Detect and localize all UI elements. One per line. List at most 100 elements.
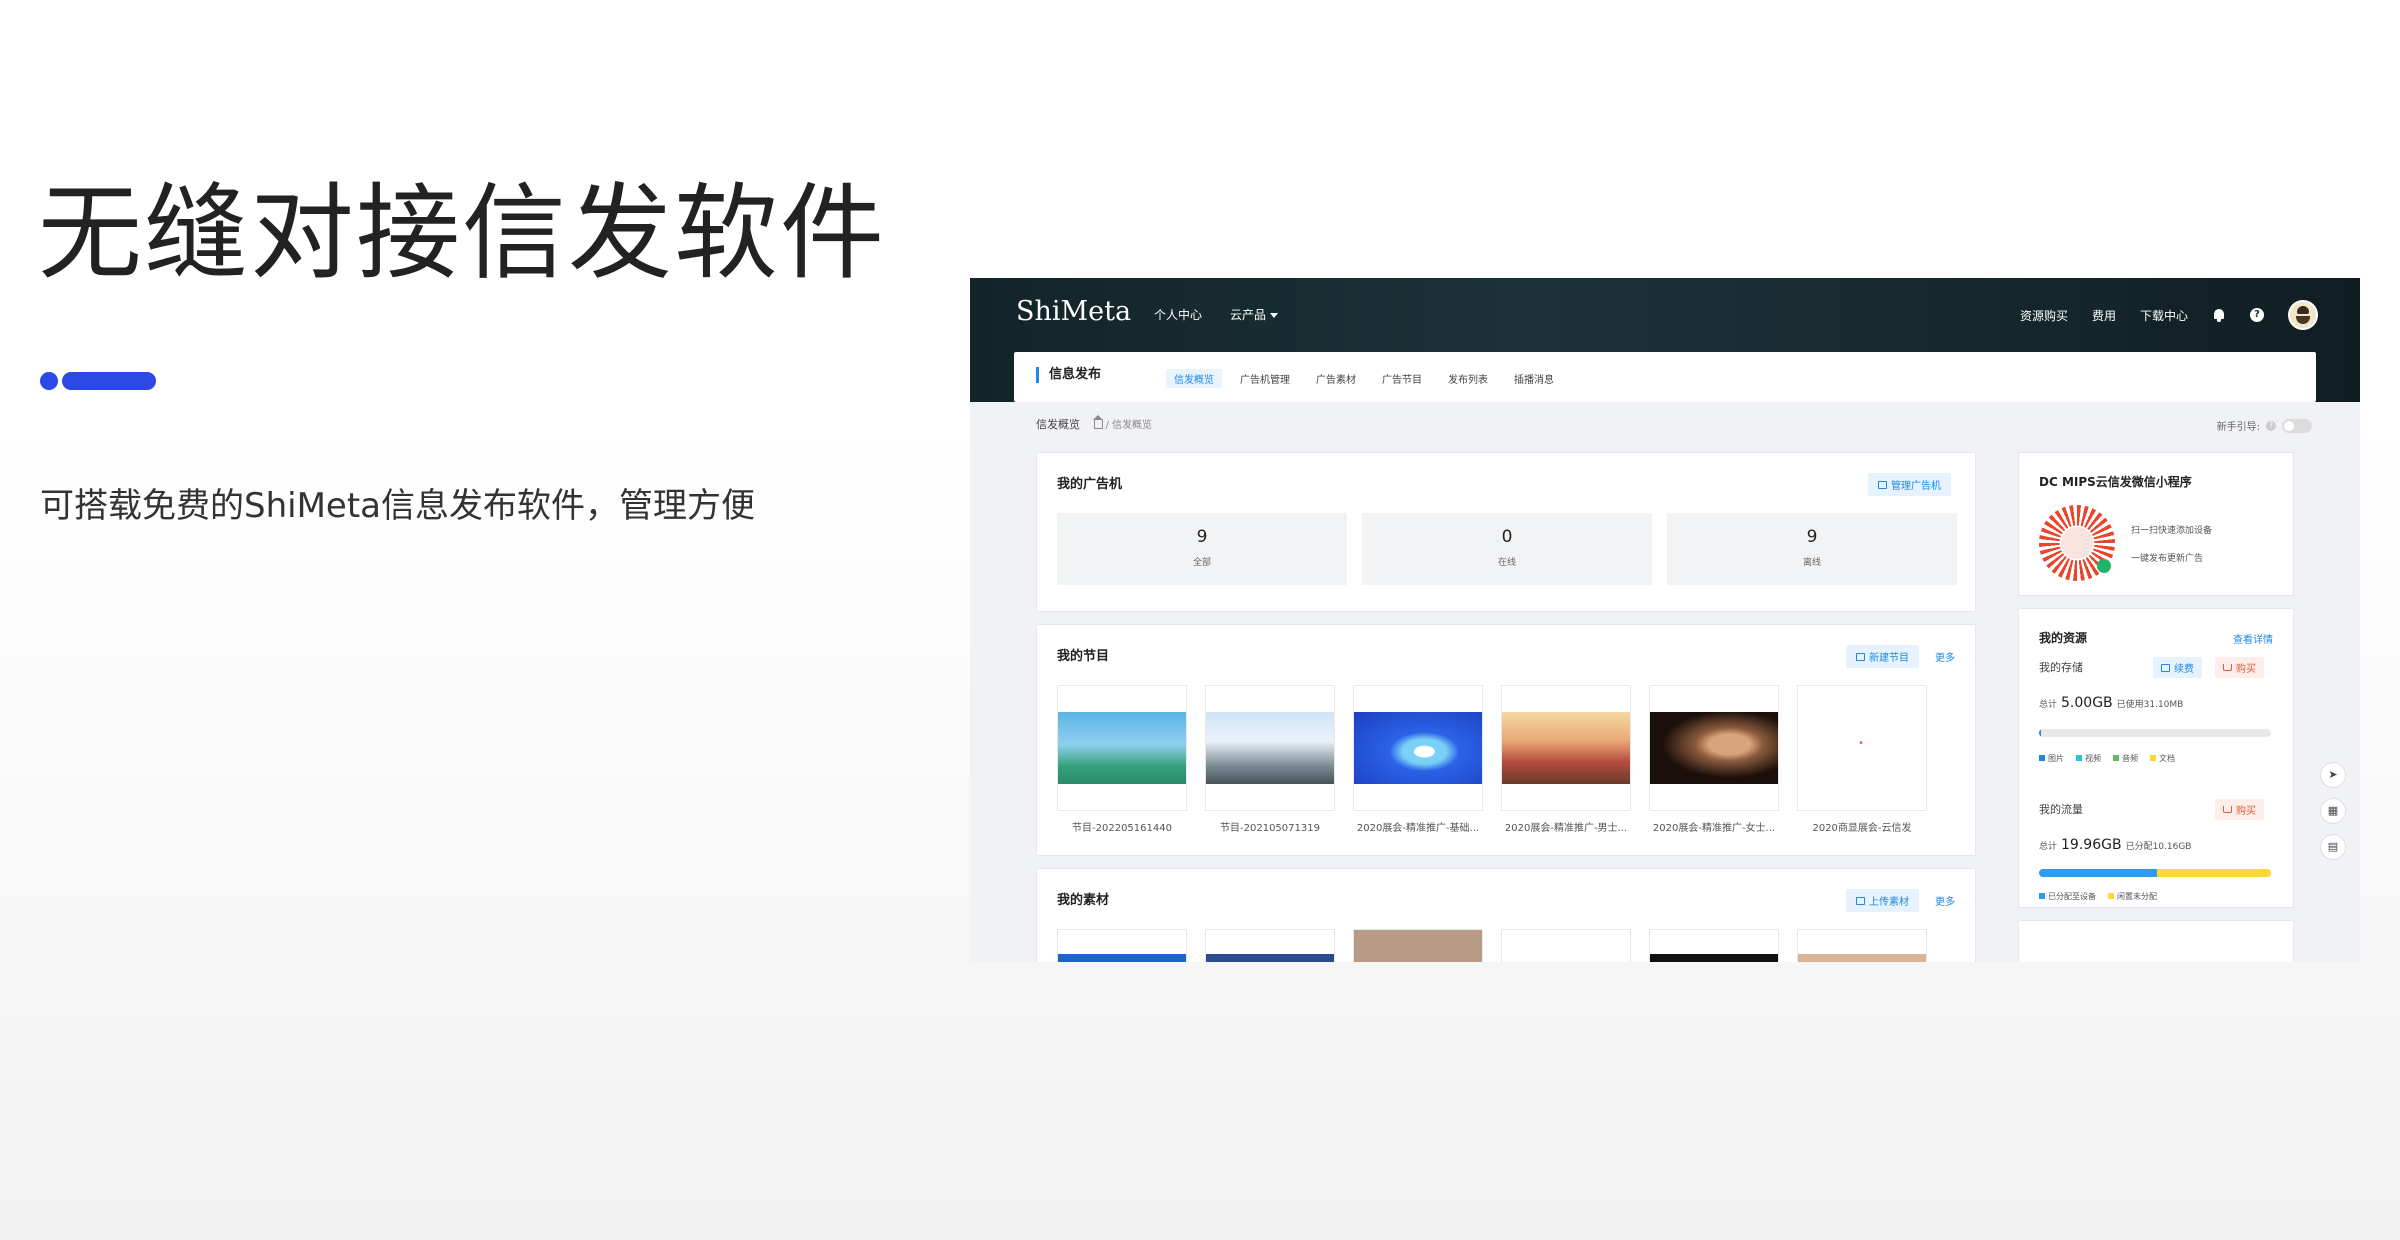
tab-ad-materials[interactable]: 广告素材 [1308,369,1364,388]
traffic-label: 我的流量 [2039,803,2083,816]
stat-all[interactable]: 9 全部 [1057,513,1347,585]
storage-label: 我的存储 [2039,661,2083,674]
nav-cloud-products[interactable]: 云产品 [1230,306,1279,323]
traffic-idle-fill [2157,869,2271,877]
cloud-logo-icon [2061,527,2093,559]
material-item[interactable] [1057,929,1187,962]
storage-buy-button[interactable]: 购买 [2215,657,2264,678]
send-icon[interactable]: ➤ [2320,762,2346,788]
resources-detail-link[interactable]: 查看详情 [2233,631,2273,646]
manage-ad-machines-button[interactable]: 管理广告机 [1868,473,1951,496]
avatar[interactable] [2288,300,2318,330]
miniapp-title: DC MIPS云信发微信小程序 [2039,475,2192,489]
material-item[interactable] [1797,929,1927,962]
storage-total-value: 5.00GB [2061,695,2113,711]
program-item[interactable]: 2020商显展会-云信发 [1797,685,1927,834]
material-item[interactable] [1501,929,1631,962]
tab-insert-messages[interactable]: 插播消息 [1506,369,1562,388]
tech-image [1354,712,1482,784]
stat-offline-label: 离线 [1802,558,1821,568]
miniapp-card: DC MIPS云信发微信小程序 扫一扫快速添加设备 一键发布更新广告 [2018,452,2294,596]
traffic-buy-button[interactable]: 购买 [2215,799,2264,820]
program-icon [1856,652,1865,661]
next-card [2018,920,2294,962]
renew-label: 续费 [2174,664,2194,675]
renew-button[interactable]: 续费 [2153,657,2202,678]
material-thumbnail [1058,954,1186,962]
storage-total-prefix: 总计 [2039,700,2058,710]
home-icon [1092,415,1103,429]
breadcrumb-path[interactable]: / 信发概览 [1092,415,1153,431]
program-thumbnail [1797,685,1927,811]
tab-overview[interactable]: 信发概览 [1166,369,1222,388]
stat-offline[interactable]: 9 离线 [1667,513,1957,585]
programs-title: 我的节目 [1057,649,1110,664]
nav-resource-purchase[interactable]: 资源购买 [2020,307,2068,324]
traffic-allocated-fill [2039,869,2158,877]
nav-personal-center[interactable]: 个人中心 [1154,306,1202,323]
notes-icon[interactable]: ▤ [2320,834,2346,860]
breadcrumb: 信发概览 / 信发概览 [1036,415,1153,432]
programs-more-link[interactable]: 更多 [1935,649,1955,664]
nav-fees[interactable]: 费用 [2092,307,2116,324]
tab-publish-list[interactable]: 发布列表 [1440,369,1496,388]
program-caption: 2020展会-精准推广-男士... [1504,823,1628,834]
program-caption: 2020展会-精准推广-基础... [1356,823,1480,834]
program-item[interactable]: 2020展会-精准推广-女士... [1649,685,1779,834]
programs-card: 我的节目 新建节目 更多 节目-202205161440 节目-20210507… [1036,624,1976,856]
program-item[interactable]: 节目-202205161440 [1057,685,1187,834]
traffic-total-prefix: 总计 [2039,842,2058,852]
cart-icon [2223,664,2232,671]
storage-progress-bar [2039,729,2271,737]
material-thumbnail [1650,954,1778,962]
legend-label: 音频 [2122,754,2138,763]
legend-label: 已分配至设备 [2048,892,2096,901]
traffic-legend: 已分配至设备 闲置未分配 [2039,891,2157,902]
legend-item: 视频 [2076,753,2101,764]
material-item[interactable] [1353,929,1483,962]
nav-cloud-products-label: 云产品 [1230,308,1267,322]
upload-material-label: 上传素材 [1869,897,1909,908]
traffic-allocated: 已分配10.16GB [2125,842,2192,852]
manage-ad-machines-label: 管理广告机 [1891,481,1941,492]
miniapp-line-2: 一键发布更新广告 [2131,554,2204,564]
program-thumbnail [1057,685,1187,811]
brand-logo[interactable]: ShiMeta [1016,296,1131,327]
tab-ad-programs[interactable]: 广告节目 [1374,369,1430,388]
new-program-button[interactable]: 新建节目 [1846,645,1919,668]
material-item[interactable] [1205,929,1335,962]
tab-ad-machine-management[interactable]: 广告机管理 [1232,369,1298,388]
resources-title: 我的资源 [2039,631,2088,645]
newbie-guide: 新手引导: ? [2217,418,2312,433]
program-caption: 2020商显展会-云信发 [1812,823,1912,834]
miniapp-line-1: 扫一扫快速添加设备 [2131,526,2213,536]
program-item[interactable]: 节目-202105071319 [1205,685,1335,834]
resources-card: 我的资源 查看详情 我的存储 续费 购买 总计 5.00GB 已使用31.10MB … [2018,608,2294,908]
legend-swatch [2113,755,2119,761]
module-tabs: 信发概览 广告机管理 广告素材 广告节目 发布列表 插播消息 [1166,369,1562,388]
traffic-buy-label: 购买 [2236,806,2256,817]
stat-all-label: 全部 [1192,558,1211,568]
storage-buy-label: 购买 [2236,664,2256,675]
new-program-label: 新建节目 [1869,653,1909,664]
program-item[interactable]: 2020展会-精准推广-基础... [1353,685,1483,834]
stat-online[interactable]: 0 在线 [1362,513,1652,585]
stat-all-value: 9 [1196,527,1208,547]
program-caption: 节目-202205161440 [1072,823,1172,834]
breadcrumb-path-label: / 信发概览 [1105,420,1153,431]
help-icon[interactable]: ? [2250,308,2264,322]
qr-code-icon[interactable]: ▦ [2320,798,2346,824]
help-icon[interactable]: ? [2266,420,2276,431]
module-title: 信息发布 [1036,367,1101,383]
guide-toggle[interactable] [2282,418,2312,433]
nav-download-center[interactable]: 下载中心 [2140,307,2188,324]
wechat-badge-icon [2097,559,2111,573]
upload-material-button[interactable]: 上传素材 [1846,889,1919,912]
traffic-total-value: 19.96GB [2061,837,2122,853]
bell-icon[interactable] [2212,308,2226,322]
program-item[interactable]: 2020展会-精准推广-男士... [1501,685,1631,834]
chevron-down-icon [1270,313,1279,318]
materials-more-link[interactable]: 更多 [1935,893,1955,908]
material-item[interactable] [1649,929,1779,962]
legend-swatch [2108,893,2114,899]
